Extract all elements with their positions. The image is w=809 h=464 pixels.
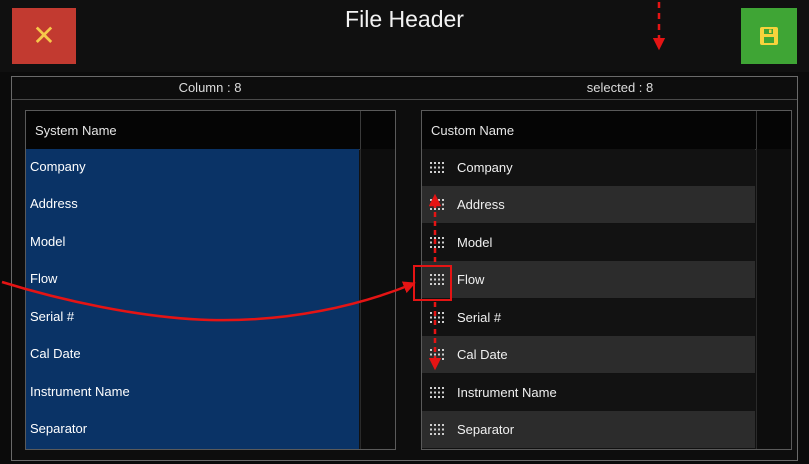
divider (12, 99, 797, 100)
list-item-label: Serial # (457, 310, 502, 325)
drag-handle-icon[interactable] (430, 312, 444, 323)
list-item-label: Separator (30, 421, 88, 436)
custom-item-instrument-name[interactable]: Instrument Name (422, 374, 755, 411)
list-item-label: Instrument Name (30, 384, 130, 399)
system-item-address[interactable]: Address (26, 186, 359, 223)
system-item-cal-date[interactable]: Cal Date (26, 336, 359, 373)
column-count: Column : 8 (178, 80, 242, 95)
custom-name-header: Custom Name (422, 111, 791, 150)
system-name-table: System Name Company Address Model Flow S… (25, 110, 396, 450)
list-item-label: Model (30, 234, 66, 249)
system-item-company[interactable]: Company (26, 149, 359, 186)
list-item-label: Flow (30, 271, 58, 286)
list-item-label: Model (457, 235, 493, 250)
list-item-label: Company (30, 159, 86, 174)
scrollbar-track[interactable] (360, 149, 395, 449)
system-item-separator[interactable]: Separator (26, 411, 359, 448)
annotation-highlight-box (413, 265, 452, 301)
list-item-label: Flow (457, 272, 485, 287)
column-divider (360, 111, 361, 149)
list-item-label: Instrument Name (457, 385, 557, 400)
list-item-label: Separator (457, 422, 515, 437)
save-button[interactable] (741, 8, 797, 64)
list-item-label: Cal Date (457, 347, 508, 362)
custom-name-header-label: Custom Name (431, 123, 515, 138)
title-bar: ✕ File Header (0, 0, 809, 72)
list-item-label: Address (30, 196, 78, 211)
drag-handle-icon[interactable] (430, 237, 444, 248)
save-floppy-icon (760, 27, 778, 45)
system-name-list: Company Address Model Flow Serial # Cal … (26, 149, 359, 449)
list-item-label: Cal Date (30, 346, 81, 361)
drag-handle-icon[interactable] (430, 199, 444, 210)
scrollbar-track[interactable] (756, 149, 791, 449)
system-item-instrument-name[interactable]: Instrument Name (26, 374, 359, 411)
column-divider (756, 111, 757, 149)
custom-item-company[interactable]: Company (422, 149, 755, 186)
custom-item-cal-date[interactable]: Cal Date (422, 336, 755, 373)
system-name-header: System Name (26, 111, 395, 150)
custom-item-flow[interactable]: Flow (422, 261, 755, 298)
custom-name-list: Company Address Model Flow Serial # Cal … (422, 149, 755, 449)
custom-item-model[interactable]: Model (422, 224, 755, 261)
custom-name-table: Custom Name Company Address Model Flow S… (421, 110, 792, 450)
drag-handle-icon[interactable] (430, 424, 444, 435)
list-item-label: Company (457, 160, 513, 175)
custom-item-separator[interactable]: Separator (422, 411, 755, 448)
system-item-serial[interactable]: Serial # (26, 299, 359, 336)
page-title: File Header (345, 6, 464, 32)
custom-item-serial[interactable]: Serial # (422, 299, 755, 336)
drag-handle-icon[interactable] (430, 387, 444, 398)
drag-handle-icon[interactable] (430, 162, 444, 173)
list-item-label: Address (457, 197, 505, 212)
drag-handle-icon[interactable] (430, 349, 444, 360)
system-item-model[interactable]: Model (26, 224, 359, 261)
custom-item-address[interactable]: Address (422, 186, 755, 223)
list-item-label: Serial # (30, 309, 75, 324)
selected-count: selected : 8 (586, 80, 654, 95)
system-name-header-label: System Name (35, 123, 117, 138)
system-item-flow[interactable]: Flow (26, 261, 359, 298)
